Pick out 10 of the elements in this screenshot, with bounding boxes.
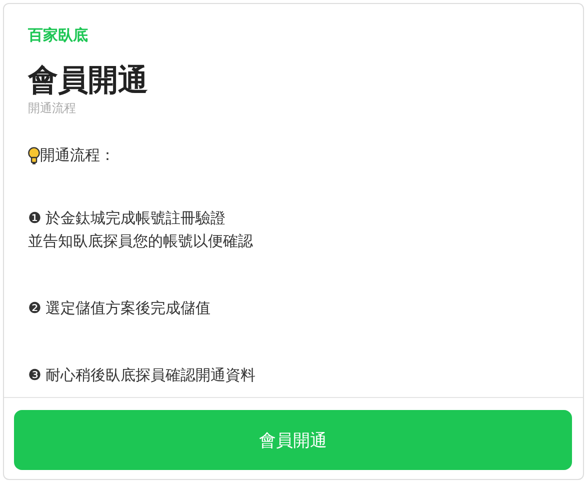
lightbulb-icon <box>28 146 40 164</box>
step-text: ❷ 選定儲值方案後完成儲值 <box>28 299 211 319</box>
brand-name: 百家臥底 <box>28 26 88 46</box>
step-text: ❶ 於金鈦城完成帳號註冊驗證 <box>28 209 226 229</box>
page-title: 會員開通 <box>28 63 148 99</box>
intro-label: 開通流程： <box>40 146 115 166</box>
activate-button[interactable]: 會員開通 <box>14 410 572 470</box>
step-text: ❸ 耐心稍後臥底探員確認開通資料 <box>28 366 256 386</box>
step-text: 並告知臥底探員您的帳號以便確認 <box>28 232 253 252</box>
page-subtitle: 開通流程 <box>28 100 76 116</box>
